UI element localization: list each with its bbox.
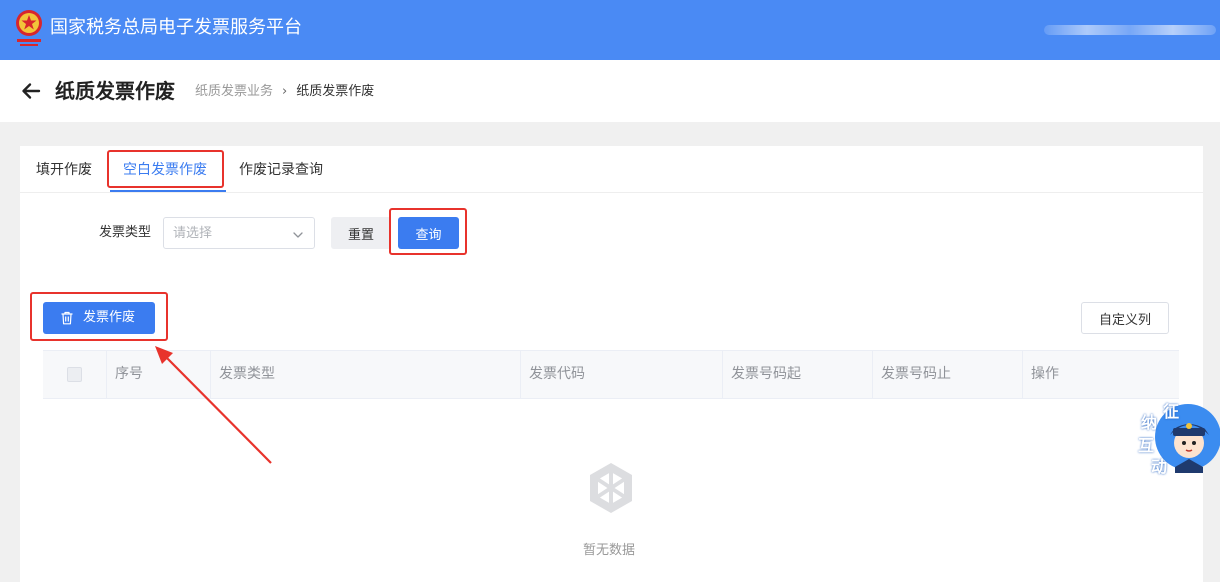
tab-blank-invoice-void[interactable]: 空白发票作废 [123,160,207,180]
select-all-checkbox[interactable] [67,367,82,382]
app-title: 国家税务总局电子发票服务平台 [50,17,302,38]
page-title: 纸质发票作废 [55,79,175,103]
invoice-type-select[interactable]: 请选择 [163,217,315,249]
empty-box-icon [590,463,632,513]
column-header-number-end: 发票号码止 [873,351,1023,398]
column-header-index: 序号 [107,351,211,398]
badge-char-4: 动 [1151,457,1168,476]
breadcrumb-item-current: 纸质发票作废 [296,84,375,99]
column-header-number-start: 发票号码起 [723,351,873,398]
trash-icon [61,311,73,325]
query-button[interactable]: 查询 [398,217,459,249]
tab-fill-void[interactable]: 填开作废 [36,160,92,180]
main-panel: 填开作废 空白发票作废 作废记录查询 发票类型 请选择 重置 查询 发票作废 自… [20,146,1203,582]
back-arrow-icon[interactable] [20,80,42,102]
breadcrumb-separator-icon: › [282,84,288,99]
breadcrumb-item-parent[interactable]: 纸质发票业务 [195,84,273,99]
top-header: 国家税务总局电子发票服务平台 [0,0,1220,60]
select-all-cell [43,351,107,398]
empty-state-text: 暂无数据 [583,543,636,558]
invoice-type-label: 发票类型 [99,225,152,240]
void-invoice-label: 发票作废 [83,310,136,325]
badge-char-1: 征 [1163,402,1180,421]
tax-emblem-icon [16,10,42,46]
page-header: 纸质发票作废 纸质发票业务 › 纸质发票作废 [0,60,1220,122]
tab-bar: 填开作废 空白发票作废 作废记录查询 [20,146,1203,193]
user-info[interactable] [1044,25,1216,35]
column-header-actions: 操作 [1031,366,1059,382]
badge-char-2: 纳 [1141,413,1158,432]
active-tab-indicator [110,190,226,192]
breadcrumb: 纸质发票业务 › 纸质发票作废 [195,83,374,101]
void-invoice-button[interactable]: 发票作废 [43,302,155,334]
tax-interaction-badge[interactable]: 征 纳 互 动 [1135,395,1220,479]
tab-void-record-query[interactable]: 作废记录查询 [239,160,323,180]
invoice-type-placeholder: 请选择 [173,226,213,241]
table-header: 序号 发票类型 发票代码 发票号码起 发票号码止 操作 [43,350,1179,399]
reset-button[interactable]: 重置 [331,217,391,249]
chevron-down-icon [293,232,303,238]
custom-columns-button[interactable]: 自定义列 [1081,302,1169,334]
column-header-invoice-type: 发票类型 [211,351,521,398]
column-header-invoice-code: 发票代码 [521,351,723,398]
